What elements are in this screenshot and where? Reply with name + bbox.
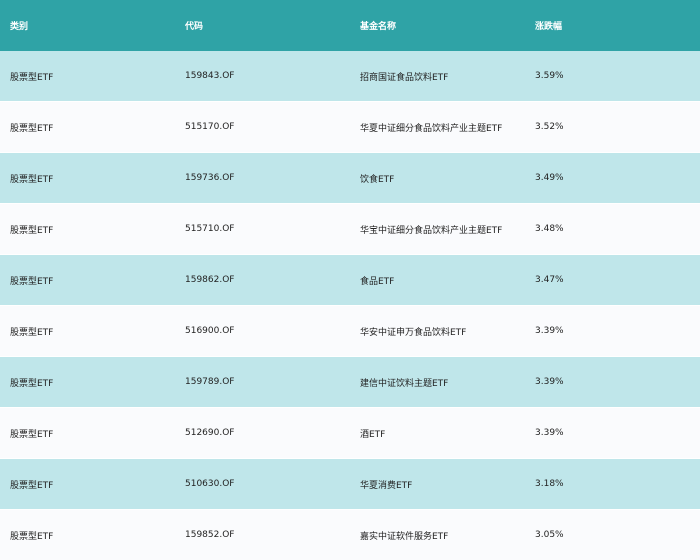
cell-change-pct: 3.05%: [535, 530, 564, 540]
cell-fund-name: 食品ETF: [360, 276, 395, 287]
cell-code: 159852.OF: [185, 530, 235, 540]
cell-code: 159843.OF: [185, 71, 235, 81]
cell-category: 股票型ETF: [10, 378, 54, 389]
cell-category: 股票型ETF: [10, 276, 54, 287]
cell-category: 股票型ETF: [10, 225, 54, 236]
cell-category: 股票型ETF: [10, 174, 54, 185]
column-header-code[interactable]: 代码: [175, 19, 350, 32]
cell-change-pct: 3.39%: [535, 428, 564, 438]
cell-change-pct: 3.59%: [535, 71, 564, 81]
table-header: 类别 代码 基金名称 涨跌幅: [0, 0, 700, 51]
cell-fund-name: 招商国证食品饮料ETF: [360, 72, 449, 83]
column-header-change-pct[interactable]: 涨跌幅: [525, 19, 700, 32]
cell-change-pct: 3.39%: [535, 377, 564, 387]
cell-code: 515170.OF: [185, 122, 235, 132]
cell-fund-name: 酒ETF: [360, 429, 386, 440]
table-row[interactable]: 股票型ETF 159852.OF 嘉实中证软件服务ETF 3.05%: [0, 510, 700, 560]
cell-fund-name: 华安中证申万食品饮料ETF: [360, 327, 467, 338]
table-row[interactable]: 股票型ETF 159843.OF 招商国证食品饮料ETF 3.59%: [0, 51, 700, 102]
table-row[interactable]: 股票型ETF 159789.OF 建信中证饮料主题ETF 3.39%: [0, 357, 700, 408]
table-row[interactable]: 股票型ETF 516900.OF 华安中证申万食品饮料ETF 3.39%: [0, 306, 700, 357]
cell-fund-name: 嘉实中证软件服务ETF: [360, 531, 449, 542]
cell-change-pct: 3.18%: [535, 479, 564, 489]
cell-code: 510630.OF: [185, 479, 235, 489]
table-row[interactable]: 股票型ETF 515170.OF 华夏中证细分食品饮料产业主题ETF 3.52%: [0, 102, 700, 153]
table-row[interactable]: 股票型ETF 159862.OF 食品ETF 3.47%: [0, 255, 700, 306]
cell-change-pct: 3.49%: [535, 173, 564, 183]
cell-fund-name: 饮食ETF: [360, 174, 395, 185]
column-header-fund-name[interactable]: 基金名称: [350, 19, 525, 32]
cell-category: 股票型ETF: [10, 123, 54, 134]
cell-category: 股票型ETF: [10, 531, 54, 542]
cell-code: 159736.OF: [185, 173, 235, 183]
cell-category: 股票型ETF: [10, 429, 54, 440]
etf-table: 类别 代码 基金名称 涨跌幅 股票型ETF 159843.OF 招商国证食品饮料…: [0, 0, 700, 560]
cell-change-pct: 3.52%: [535, 122, 564, 132]
cell-code: 516900.OF: [185, 326, 235, 336]
table-row[interactable]: 股票型ETF 159736.OF 饮食ETF 3.49%: [0, 153, 700, 204]
cell-category: 股票型ETF: [10, 72, 54, 83]
cell-change-pct: 3.47%: [535, 275, 564, 285]
cell-fund-name: 华夏中证细分食品饮料产业主题ETF: [360, 123, 503, 134]
cell-code: 515710.OF: [185, 224, 235, 234]
cell-fund-name: 建信中证饮料主题ETF: [360, 378, 449, 389]
column-header-category[interactable]: 类别: [0, 19, 175, 32]
table-row[interactable]: 股票型ETF 515710.OF 华宝中证细分食品饮料产业主题ETF 3.48%: [0, 204, 700, 255]
cell-fund-name: 华宝中证细分食品饮料产业主题ETF: [360, 225, 503, 236]
cell-fund-name: 华夏消费ETF: [360, 480, 413, 491]
cell-change-pct: 3.39%: [535, 326, 564, 336]
cell-change-pct: 3.48%: [535, 224, 564, 234]
cell-code: 512690.OF: [185, 428, 235, 438]
cell-category: 股票型ETF: [10, 327, 54, 338]
cell-code: 159789.OF: [185, 377, 235, 387]
table-row[interactable]: 股票型ETF 512690.OF 酒ETF 3.39%: [0, 408, 700, 459]
cell-category: 股票型ETF: [10, 480, 54, 491]
table-row[interactable]: 股票型ETF 510630.OF 华夏消费ETF 3.18%: [0, 459, 700, 510]
cell-code: 159862.OF: [185, 275, 235, 285]
